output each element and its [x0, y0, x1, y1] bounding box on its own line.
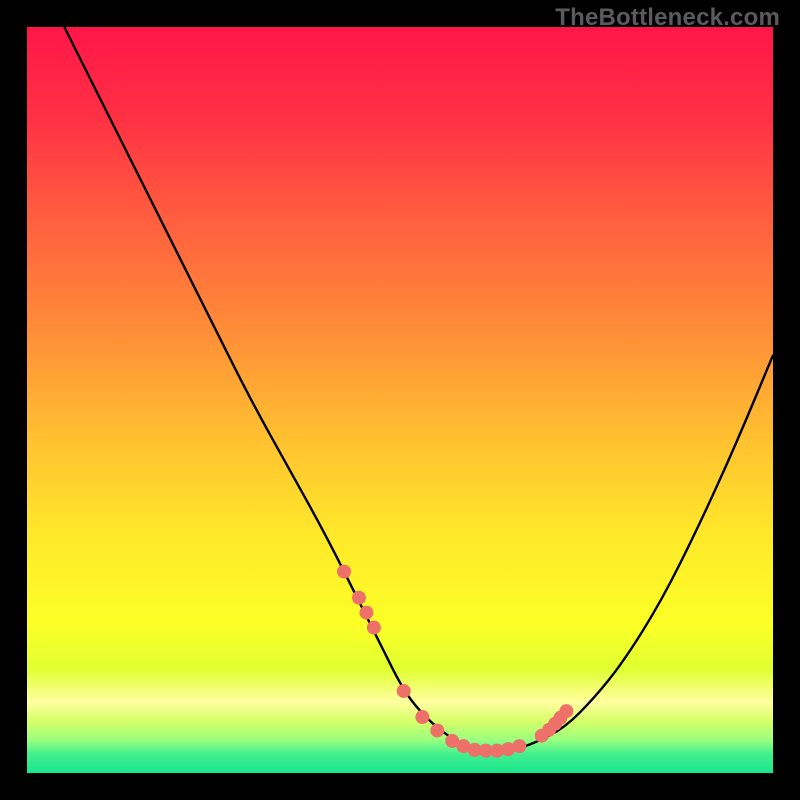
highlight-dots: [337, 565, 573, 758]
highlight-dot: [415, 710, 429, 724]
chart-frame: TheBottleneck.com: [0, 0, 800, 800]
bottleneck-curve: [64, 27, 773, 751]
plot-area: [27, 27, 773, 773]
highlight-dot: [359, 606, 373, 620]
highlight-dot: [337, 565, 351, 579]
highlight-dot: [559, 704, 573, 718]
highlight-dot: [352, 591, 366, 605]
highlight-dot: [397, 684, 411, 698]
highlight-dot: [430, 723, 444, 737]
watermark-text: TheBottleneck.com: [555, 4, 780, 32]
curve-layer: [27, 27, 773, 773]
highlight-dot: [367, 621, 381, 635]
highlight-dot: [512, 739, 526, 753]
